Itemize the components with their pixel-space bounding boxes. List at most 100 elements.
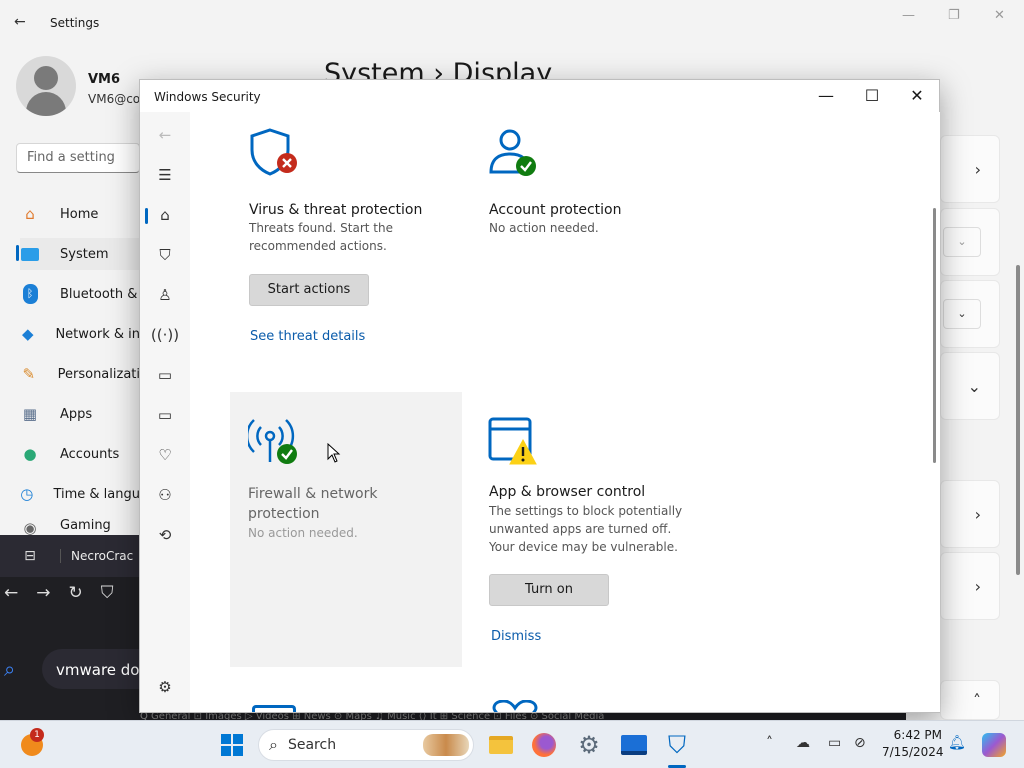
start-actions-button[interactable]: Start actions — [249, 274, 369, 306]
sidebar-item-network[interactable]: ◆ Network & in — [20, 318, 140, 350]
browser-tab-bar: ⊟ NecroCrac — [0, 535, 140, 577]
windows-security-shield-icon[interactable]: ⛉ — [663, 731, 691, 759]
forward-icon[interactable]: → — [36, 583, 50, 603]
security-nav: ← ☰ ⌂ ⛉ ♙ ((·)) ▭ ▭ ♡ ⚇ ⟲ ⚙ — [140, 112, 190, 712]
clock[interactable]: 6:42 PM 7/15/2024 — [882, 727, 944, 761]
dropdown-chevron-icon[interactable]: ⌄ — [943, 299, 981, 329]
settings-gear-icon[interactable]: ⚙ — [140, 667, 190, 707]
home-icon: ⌂ — [25, 205, 35, 223]
sidebar-item-bluetooth[interactable]: ᛒ Bluetooth & — [20, 278, 140, 310]
settings-card-1[interactable]: › — [940, 135, 1000, 203]
sidebar-item-gaming[interactable]: ◉ Gaming — [20, 518, 140, 535]
settings-card-3[interactable]: ⌄ — [940, 280, 1000, 348]
notification-badge: 1 — [30, 728, 44, 742]
maximize-icon[interactable]: ☐ — [857, 86, 887, 105]
firefox-icon[interactable] — [530, 731, 558, 759]
search-highlight-image — [423, 734, 469, 756]
chevron-down-icon: ⌄ — [967, 376, 981, 396]
bell-icon[interactable]: 🔔︎ — [948, 735, 966, 751]
account-tile-title: Account protection — [489, 202, 622, 218]
person-icon[interactable]: ♙ — [140, 275, 190, 315]
windows-security-window: Windows Security — ☐ ✕ ← ☰ ⌂ ⛉ ♙ ((·)) ▭… — [139, 79, 940, 713]
window-title: Windows Security — [154, 90, 261, 104]
start-windows-icon[interactable] — [218, 731, 246, 759]
settings-title: Settings — [50, 16, 100, 30]
clock-time: 6:42 PM — [893, 728, 942, 742]
minimize-icon[interactable]: — — [902, 8, 915, 23]
dropdown-chevron-icon[interactable]: ⌄ — [943, 227, 981, 257]
back-icon[interactable]: ← — [4, 583, 18, 603]
avatar[interactable] — [16, 56, 76, 116]
browser-search-input[interactable]: vmware dov — [42, 649, 140, 689]
settings-card-6[interactable]: › — [940, 552, 1000, 620]
sidebar-item-apps[interactable]: ▦ Apps — [20, 398, 140, 430]
chevron-up-icon: ˄ — [973, 690, 981, 710]
accounts-icon: ● — [23, 445, 37, 463]
bluetooth-icon: ᛒ — [20, 284, 40, 304]
network-sound-icon[interactable]: ⊘ — [854, 735, 866, 751]
sidebar-item-system[interactable]: System — [20, 238, 140, 270]
close-icon[interactable]: ✕ — [994, 8, 1005, 23]
history-icon[interactable]: ⟲ — [140, 515, 190, 555]
reload-icon[interactable]: ↻ — [69, 583, 83, 603]
browser-window: ⊟ NecroCrac ← → ↻ ⛉ ⌕ vmware dov — [0, 535, 140, 720]
settings-card-4[interactable]: ⌄ — [940, 352, 1000, 420]
firewall-network-tile[interactable]: Firewall & network protection No action … — [230, 392, 462, 667]
hamburger-menu-icon[interactable]: ☰ — [140, 155, 190, 195]
apps-icon: ▦ — [22, 405, 38, 423]
settings-scrollbar[interactable] — [1016, 265, 1020, 575]
find-setting-input[interactable]: Find a setting — [16, 143, 140, 173]
taskbar: 1 ⌕ Search ⚙ ⛉ ˄ ☁ ▭ ⊘ 6:42 PM 7/15/2024… — [0, 720, 1024, 768]
firewall-antenna-check-icon — [248, 419, 297, 464]
network-icon: ◆ — [21, 325, 34, 343]
mouse-cursor-icon — [327, 443, 341, 463]
back-arrow-icon[interactable]: ← — [140, 115, 190, 155]
close-icon[interactable]: ✕ — [902, 86, 932, 105]
shield-icon[interactable]: ⛉ — [140, 235, 190, 275]
sidebar-item-personalization[interactable]: ✎ Personalizati — [20, 358, 140, 390]
home-icon[interactable]: ⌂ — [140, 195, 190, 235]
minimize-icon[interactable]: — — [811, 86, 841, 105]
clock-date: 7/15/2024 — [882, 745, 944, 759]
settings-gear-icon[interactable]: ⚙ — [575, 731, 603, 759]
file-explorer-icon[interactable] — [487, 731, 515, 759]
copilot-icon[interactable] — [980, 731, 1008, 759]
search-icon: ⌕ — [269, 735, 278, 754]
chevron-up-icon[interactable]: ˄ — [766, 735, 773, 751]
user-name: VM6 — [88, 72, 121, 87]
wifi-antenna-icon[interactable]: ((·)) — [140, 315, 190, 355]
nav-selection-indicator — [16, 245, 19, 261]
heart-health-icon[interactable]: ♡ — [140, 435, 190, 475]
device-security-icon[interactable]: ▭ — [140, 395, 190, 435]
brush-icon: ✎ — [22, 365, 36, 383]
user-email: VM6@col — [88, 92, 144, 106]
taskbar-search-box[interactable]: ⌕ Search — [258, 729, 474, 761]
cloud-offline-icon[interactable]: ☁ — [796, 735, 810, 751]
sidebar-item-time-language[interactable]: ◷ Time & langu — [20, 478, 140, 510]
sidebar-item-accounts[interactable]: ● Accounts — [20, 438, 140, 470]
tab-list-icon[interactable]: ⊟ — [0, 548, 60, 564]
browser-toolbar: ← → ↻ ⛉ — [0, 583, 140, 603]
maximize-icon[interactable]: ❐ — [948, 8, 960, 23]
app-browser-tile-title: App & browser control — [489, 484, 646, 500]
shield-icon[interactable]: ⛉ — [101, 583, 114, 603]
security-scrollbar[interactable] — [933, 208, 936, 463]
settings-card-2[interactable]: ⌄ — [940, 208, 1000, 276]
family-icon[interactable]: ⚇ — [140, 475, 190, 515]
back-arrow-icon[interactable]: ← — [14, 14, 26, 30]
see-threat-details-link[interactable]: See threat details — [250, 329, 365, 344]
firewall-tile-title: Firewall & network protection — [248, 486, 378, 522]
device-security-icon — [252, 705, 296, 712]
display-app-icon[interactable] — [620, 731, 648, 759]
dismiss-link[interactable]: Dismiss — [491, 629, 541, 644]
settings-card-7[interactable]: ˄ — [940, 680, 1000, 720]
browser-tab[interactable]: NecroCrac — [60, 549, 133, 563]
sidebar-item-home[interactable]: ⌂ Home — [20, 198, 140, 230]
chevron-right-icon: › — [974, 159, 981, 179]
app-browser-warning-icon — [488, 417, 537, 465]
monitor-icon[interactable]: ▭ — [828, 735, 841, 751]
app-browser-tile-desc: The settings to block potentially unwant… — [489, 504, 683, 554]
settings-card-5[interactable]: › — [940, 480, 1000, 548]
app-browser-icon[interactable]: ▭ — [140, 355, 190, 395]
turn-on-button[interactable]: Turn on — [489, 574, 609, 606]
